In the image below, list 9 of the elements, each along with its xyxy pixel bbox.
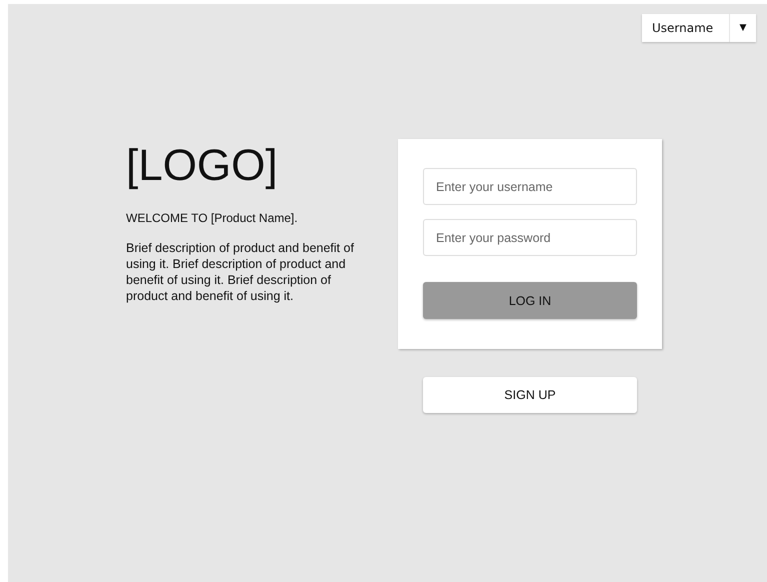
username-menu[interactable]: Username [642,14,729,42]
password-field[interactable]: Enter your password [423,219,637,256]
logo-text: [LOGO] [126,141,279,191]
signup-button[interactable]: SIGN UP [423,377,637,413]
dropdown-caret-button[interactable]: ▼ [730,14,756,42]
welcome-text: WELCOME TO [Product Name]. [126,211,299,225]
username-field[interactable]: Enter your username [423,168,637,205]
login-button[interactable]: LOG IN [423,282,637,319]
description-text: Brief description of product and benefit of using it. Brief description of product and benefit of using it. Brief description of product and benefit of using it. [126,240,355,304]
